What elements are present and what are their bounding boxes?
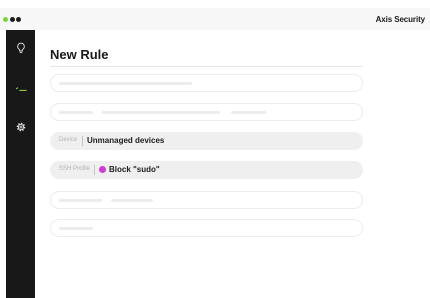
lightbulb-icon[interactable]	[14, 41, 28, 55]
brand-label: Axis Security	[375, 15, 426, 24]
skeleton-bar	[111, 199, 153, 202]
rule-field-placeholder-3[interactable]	[50, 191, 363, 209]
field-separator	[94, 165, 95, 175]
title-divider	[50, 66, 363, 67]
window-control-green[interactable]	[3, 17, 8, 22]
skeleton-bar	[59, 111, 93, 114]
page-title: New Rule	[50, 47, 109, 62]
main-content: New Rule Device Unmanaged devices SSH Pr…	[35, 30, 430, 298]
ssh-profile-field-value: Block "sudo"	[109, 165, 160, 174]
rule-field-placeholder-4[interactable]	[50, 219, 363, 237]
terminal-icon[interactable]	[14, 82, 28, 96]
rule-field-placeholder-1[interactable]	[50, 74, 363, 92]
rule-field-placeholder-2[interactable]	[50, 103, 363, 121]
field-separator	[82, 136, 83, 146]
ssh-profile-field[interactable]: SSH Profile Block "sudo"	[50, 161, 363, 179]
skeleton-bar	[59, 82, 192, 85]
skeleton-bar	[231, 111, 266, 114]
skeleton-bar	[59, 199, 102, 202]
skeleton-bar	[59, 227, 93, 230]
sidebar	[6, 30, 36, 298]
skeleton-bar	[102, 111, 220, 114]
device-field-label: Device	[59, 137, 78, 143]
window-titlebar	[0, 8, 430, 30]
window-control-dark-1[interactable]	[10, 17, 15, 22]
profile-color-dot	[99, 166, 106, 173]
window-control-dark-2[interactable]	[16, 17, 21, 22]
device-field-value: Unmanaged devices	[87, 136, 165, 145]
ssh-profile-field-label: SSH Profile	[59, 166, 91, 172]
device-field[interactable]: Device Unmanaged devices	[50, 132, 363, 150]
app-window: Axis Security New Rule Device Unmanaged …	[0, 0, 430, 298]
gear-icon[interactable]	[14, 120, 28, 134]
